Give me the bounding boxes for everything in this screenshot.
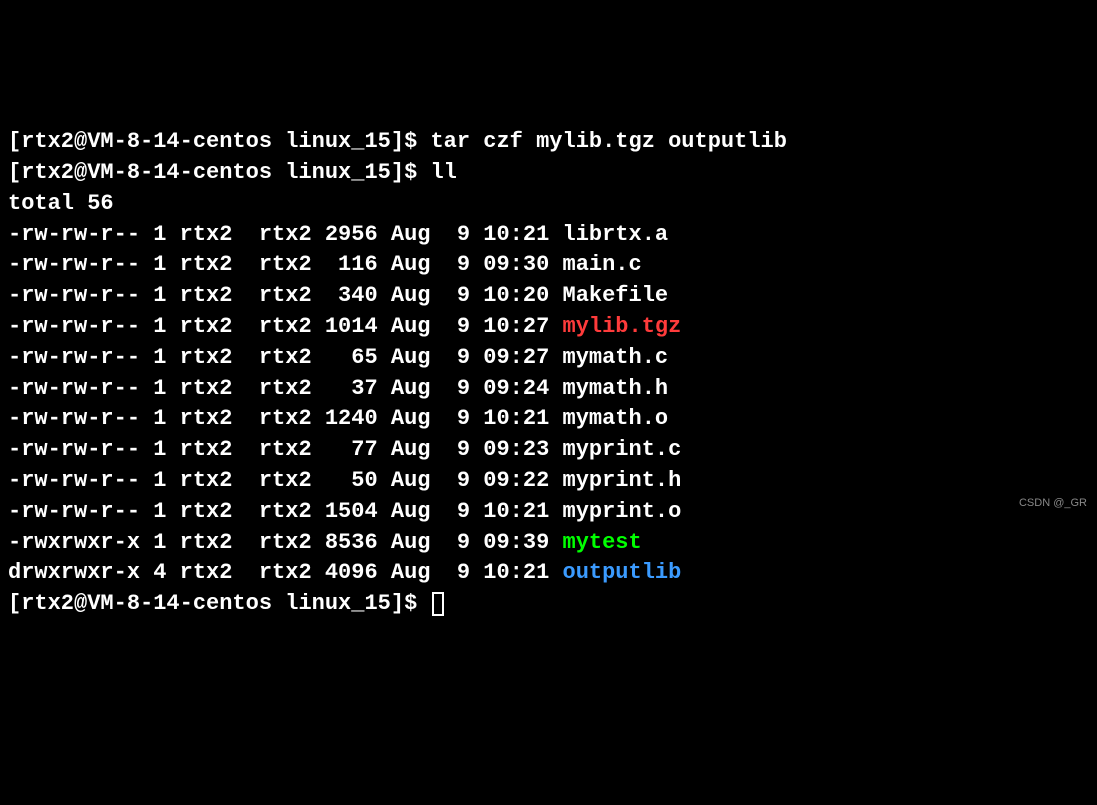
file-name: Makefile xyxy=(563,283,669,308)
command-text: tar czf mylib.tgz outputlib xyxy=(430,129,786,154)
file-name: mymath.h xyxy=(563,376,669,401)
command-text: ll xyxy=(430,160,456,185)
file-name: mylib.tgz xyxy=(563,314,682,339)
file-meta: -rwxrwxr-x 1 rtx2 rtx2 8536 Aug 9 09:39 xyxy=(8,530,563,555)
file-row: -rw-rw-r-- 1 rtx2 rtx2 77 Aug 9 09:23 my… xyxy=(8,435,1089,466)
terminal-line: [rtx2@VM-8-14-centos linux_15]$ tar czf … xyxy=(8,127,1089,158)
file-name: myprint.o xyxy=(563,499,682,524)
file-row: -rw-rw-r-- 1 rtx2 rtx2 1240 Aug 9 10:21 … xyxy=(8,404,1089,435)
total-line: total 56 xyxy=(8,191,114,216)
terminal-line: [rtx2@VM-8-14-centos linux_15]$ xyxy=(8,589,1089,620)
watermark: CSDN @_GR xyxy=(1019,496,1087,511)
file-name: main.c xyxy=(563,252,642,277)
file-name: mymath.o xyxy=(563,406,669,431)
terminal-line: total 56 xyxy=(8,189,1089,220)
file-meta: drwxrwxr-x 4 rtx2 rtx2 4096 Aug 9 10:21 xyxy=(8,560,563,585)
file-meta: -rw-rw-r-- 1 rtx2 rtx2 37 Aug 9 09:24 xyxy=(8,376,563,401)
file-row: -rw-rw-r-- 1 rtx2 rtx2 116 Aug 9 09:30 m… xyxy=(8,250,1089,281)
file-row: -rw-rw-r-- 1 rtx2 rtx2 2956 Aug 9 10:21 … xyxy=(8,220,1089,251)
file-name: myprint.h xyxy=(563,468,682,493)
file-meta: -rw-rw-r-- 1 rtx2 rtx2 1504 Aug 9 10:21 xyxy=(8,499,563,524)
file-row: -rw-rw-r-- 1 rtx2 rtx2 1014 Aug 9 10:27 … xyxy=(8,312,1089,343)
file-name: outputlib xyxy=(563,560,682,585)
file-row: -rwxrwxr-x 1 rtx2 rtx2 8536 Aug 9 09:39 … xyxy=(8,528,1089,559)
file-meta: -rw-rw-r-- 1 rtx2 rtx2 65 Aug 9 09:27 xyxy=(8,345,563,370)
file-meta: -rw-rw-r-- 1 rtx2 rtx2 77 Aug 9 09:23 xyxy=(8,437,563,462)
file-name: librtx.a xyxy=(563,222,669,247)
file-meta: -rw-rw-r-- 1 rtx2 rtx2 340 Aug 9 10:20 xyxy=(8,283,563,308)
file-meta: -rw-rw-r-- 1 rtx2 rtx2 1014 Aug 9 10:27 xyxy=(8,314,563,339)
file-row: -rw-rw-r-- 1 rtx2 rtx2 1504 Aug 9 10:21 … xyxy=(8,497,1089,528)
shell-prompt: [rtx2@VM-8-14-centos linux_15]$ xyxy=(8,160,430,185)
shell-prompt: [rtx2@VM-8-14-centos linux_15]$ xyxy=(8,129,430,154)
file-name: myprint.c xyxy=(563,437,682,462)
terminal[interactable]: [rtx2@VM-8-14-centos linux_15]$ tar czf … xyxy=(8,127,1089,620)
file-meta: -rw-rw-r-- 1 rtx2 rtx2 116 Aug 9 09:30 xyxy=(8,252,563,277)
file-row: -rw-rw-r-- 1 rtx2 rtx2 65 Aug 9 09:27 my… xyxy=(8,343,1089,374)
terminal-line: [rtx2@VM-8-14-centos linux_15]$ ll xyxy=(8,158,1089,189)
file-meta: -rw-rw-r-- 1 rtx2 rtx2 50 Aug 9 09:22 xyxy=(8,468,563,493)
file-row: -rw-rw-r-- 1 rtx2 rtx2 340 Aug 9 10:20 M… xyxy=(8,281,1089,312)
file-meta: -rw-rw-r-- 1 rtx2 rtx2 1240 Aug 9 10:21 xyxy=(8,406,563,431)
file-name: mymath.c xyxy=(563,345,669,370)
file-meta: -rw-rw-r-- 1 rtx2 rtx2 2956 Aug 9 10:21 xyxy=(8,222,563,247)
file-row: -rw-rw-r-- 1 rtx2 rtx2 50 Aug 9 09:22 my… xyxy=(8,466,1089,497)
shell-prompt: [rtx2@VM-8-14-centos linux_15]$ xyxy=(8,591,430,616)
cursor[interactable] xyxy=(432,592,444,616)
file-name: mytest xyxy=(563,530,642,555)
file-row: drwxrwxr-x 4 rtx2 rtx2 4096 Aug 9 10:21 … xyxy=(8,558,1089,589)
file-row: -rw-rw-r-- 1 rtx2 rtx2 37 Aug 9 09:24 my… xyxy=(8,374,1089,405)
